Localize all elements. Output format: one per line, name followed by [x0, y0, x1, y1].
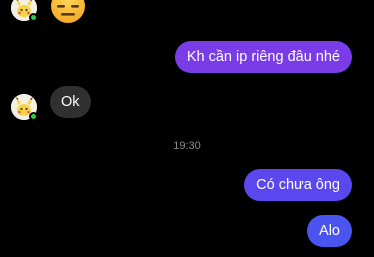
online-status-dot	[29, 13, 38, 22]
contact-avatar[interactable]	[11, 0, 38, 22]
expressionless-face-icon	[51, 0, 85, 23]
incoming-message-bubble[interactable]: Ok	[50, 86, 91, 118]
outgoing-message-bubble[interactable]: Kh cần ip riêng đâu nhé	[174, 41, 352, 73]
outgoing-message-bubble[interactable]: Có chưa ông	[244, 169, 352, 201]
outgoing-message-bubble[interactable]: Alo	[307, 215, 352, 247]
message-timestamp: 19:30	[173, 140, 201, 152]
contact-avatar[interactable]	[11, 94, 38, 121]
online-status-dot	[29, 112, 38, 121]
